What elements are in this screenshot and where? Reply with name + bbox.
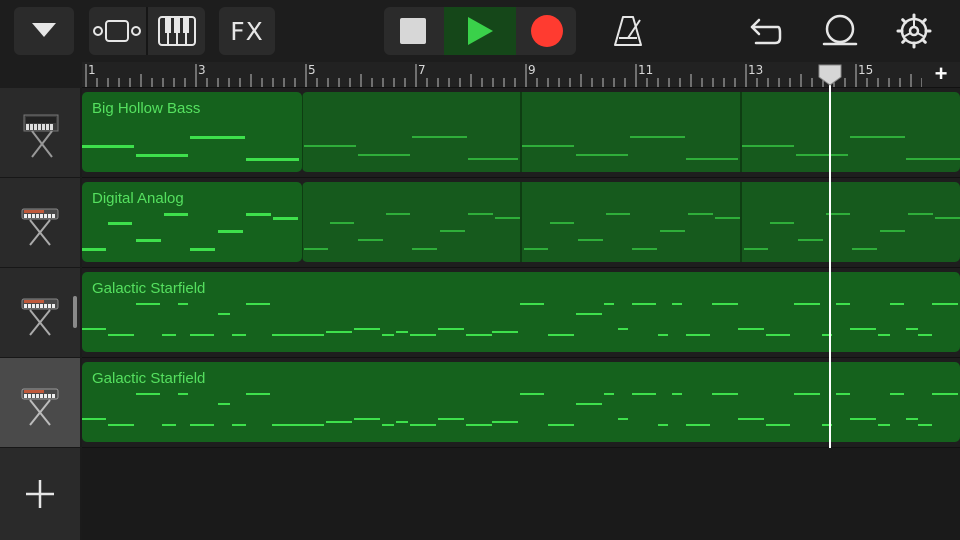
ruler-corner: [0, 62, 82, 88]
synth-keyboard-icon: [21, 298, 59, 336]
loop-icon: [822, 14, 858, 46]
playhead-line: [829, 80, 831, 448]
track-header-4[interactable]: [0, 358, 80, 448]
ruler-label-7: 7: [418, 63, 426, 77]
region-notes: [82, 136, 299, 161]
region-loop-notes: [302, 182, 960, 262]
play-icon: [468, 17, 493, 45]
synth-bass-icon: [23, 114, 59, 158]
tracks-area: Big Hollow Bass Digital Analog Galactic …: [82, 80, 960, 540]
region-big-hollow-bass-loop[interactable]: [302, 92, 960, 172]
keyboard-button[interactable]: [148, 7, 205, 55]
ruler-label-13: 13: [748, 63, 764, 77]
region-notes: [82, 213, 298, 251]
plus-icon: [26, 480, 54, 508]
view-toggle-group: [89, 7, 205, 55]
ruler-label-1: 1: [88, 63, 96, 77]
ruler-label-9: 9: [528, 63, 536, 77]
ruler-label-15: 15: [858, 63, 874, 77]
synth-keyboard-icon: [21, 208, 59, 246]
record-button[interactable]: [518, 7, 576, 55]
undo-icon: [750, 18, 782, 45]
track-header-3[interactable]: [0, 268, 80, 358]
record-icon: [531, 15, 563, 47]
fx-label: FX: [230, 16, 264, 46]
ruler-label-5: 5: [308, 63, 316, 77]
stop-icon: [400, 18, 426, 44]
track-header-2[interactable]: [0, 178, 80, 268]
settings-icon: [896, 13, 932, 49]
empty-track-area[interactable]: [82, 448, 960, 540]
transport-controls: [384, 7, 576, 55]
region-digital-analog-loop[interactable]: [302, 182, 960, 262]
region-loop-notes: [302, 92, 960, 172]
region-digital-analog[interactable]: Digital Analog: [82, 182, 302, 262]
play-button[interactable]: [444, 7, 516, 55]
track-list-scroll-handle[interactable]: [73, 296, 77, 328]
settings-button[interactable]: [893, 10, 935, 52]
stop-button[interactable]: [384, 7, 442, 55]
metronome-icon: [614, 16, 642, 46]
synth-keyboard-icon: [21, 388, 59, 426]
tracks-view-icon: [93, 20, 141, 42]
fx-button[interactable]: FX: [219, 7, 275, 55]
browser-dropdown-icon: [32, 23, 56, 37]
ruler-label-11: 11: [638, 63, 654, 77]
tracks-view-button[interactable]: [89, 7, 145, 55]
region-big-hollow-bass[interactable]: Big Hollow Bass: [82, 92, 302, 172]
ruler-label-3: 3: [198, 63, 206, 77]
loop-button[interactable]: [818, 10, 860, 52]
keyboard-icon: [157, 16, 196, 46]
add-section-button[interactable]: +: [922, 62, 960, 87]
add-track-button[interactable]: [0, 448, 80, 540]
toolbar: FX: [0, 0, 960, 62]
track-header-column: [0, 88, 80, 540]
browser-dropdown-button[interactable]: [14, 7, 74, 55]
playhead-handle[interactable]: [818, 64, 842, 86]
track-header-1[interactable]: [0, 88, 80, 178]
undo-button[interactable]: [744, 10, 786, 52]
metronome-button[interactable]: [607, 10, 649, 52]
